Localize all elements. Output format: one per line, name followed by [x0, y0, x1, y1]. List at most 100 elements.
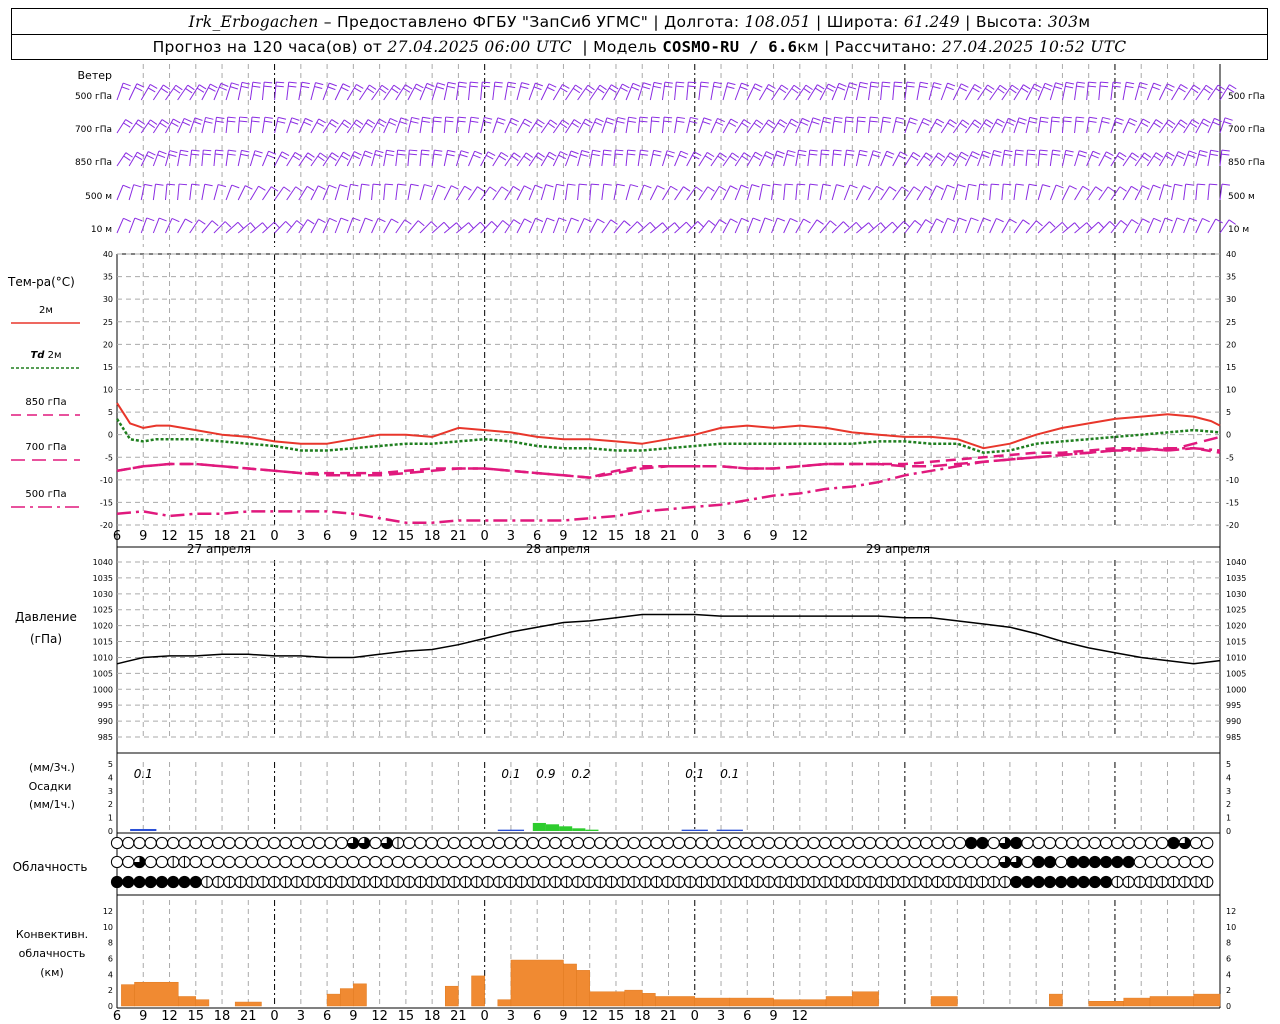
wind-barb-feather: [597, 218, 605, 224]
wind-barb-feather: [914, 220, 922, 226]
wind-barb-feather: [135, 122, 143, 129]
wind-barb-feather: [558, 154, 566, 160]
cloud-circle: [594, 836, 607, 850]
cloud-fill-full: [178, 876, 191, 888]
wind-barb-feather: [836, 184, 845, 188]
time-label-day: 29 апреля: [866, 542, 930, 556]
wind-barb-feather: [983, 217, 992, 222]
wind-barb-icon: [1195, 183, 1206, 201]
wind-barb-staff: [1013, 117, 1020, 134]
wind-barb-staff: [964, 184, 970, 201]
cloud-cover-icon: [391, 855, 405, 869]
wind-barb-icon: [589, 183, 600, 201]
wind-barb-feather: [198, 219, 206, 225]
temp-ytick-right: -15: [1226, 498, 1239, 507]
cloud-circle: [279, 836, 292, 850]
wind-barb-feather: [863, 185, 871, 190]
wind-barb-feather: [961, 151, 969, 157]
cloud-cover-icon: [470, 855, 483, 869]
wind-barb-feather: [363, 154, 372, 159]
wind-barb-feather: [537, 119, 545, 125]
wind-barb-feather: [729, 155, 737, 162]
cloud-cover-icon: [391, 836, 405, 850]
wind-level-label-right: 850 гПа: [1228, 158, 1265, 168]
wind-barb-staff: [746, 184, 753, 201]
wind-barb-icon: [443, 116, 454, 134]
convective-bar: [1049, 993, 1063, 1007]
wind-barb-staff: [758, 217, 766, 234]
wind-barb-staff: [286, 82, 290, 101]
wind-barb-feather: [985, 119, 994, 125]
wind-barb-feather: [122, 82, 131, 87]
precip-ytick-left: 4: [108, 773, 113, 782]
convective-bar: [134, 981, 179, 1007]
wind-barb-feather: [870, 85, 879, 88]
wind-barb-feather: [822, 120, 831, 124]
precip-ytick-right: 1: [1226, 814, 1231, 823]
conv-ytick-left: 4: [108, 970, 113, 979]
wind-barb-icon: [358, 183, 370, 201]
wind-barb-feather: [230, 86, 239, 90]
wind-barb-feather: [385, 153, 394, 157]
time-label-hour-bottom: 0: [270, 1009, 278, 1024]
wind-barb-feather: [1065, 81, 1075, 85]
cloud-circle: [605, 836, 618, 850]
wind-barb-feather: [1155, 119, 1163, 125]
wind-barb-icon: [868, 222, 887, 234]
wind-barb-staff: [940, 152, 951, 167]
cloud-circle: [875, 855, 888, 869]
wind-barb-staff: [358, 184, 363, 201]
wind-barb-feather: [697, 221, 704, 228]
time-label-hour-bottom: 6: [743, 1009, 751, 1024]
wind-barb-staff: [177, 150, 181, 167]
cloud-cover-icon: [627, 875, 641, 889]
temp-ytick-left: 40: [103, 250, 113, 259]
conv-ytick-left: 12: [103, 907, 113, 916]
wind-barb-feather: [651, 120, 660, 123]
wind-barb-feather: [1115, 117, 1124, 121]
wind-barb-feather: [766, 151, 774, 156]
wind-barb-feather: [817, 84, 825, 90]
precip-bar: [545, 824, 560, 831]
wind-barb-staff: [213, 150, 216, 167]
wind-barb-feather: [1212, 121, 1221, 126]
wind-barb-staff: [346, 184, 351, 201]
wind-barb-staff: [674, 82, 677, 101]
wind-barb-feather: [487, 151, 496, 156]
wind-barb-feather: [1036, 220, 1043, 227]
temp-ytick-right: 5: [1226, 408, 1231, 417]
legend-label-text: 2м: [44, 350, 61, 361]
wind-barb-feather: [676, 81, 685, 84]
wind-barb-feather: [391, 218, 399, 224]
wind-barb-feather: [550, 119, 558, 125]
wind-barb-feather: [755, 151, 763, 157]
cloud-cover-icon: [751, 875, 764, 889]
wind-barb-feather: [123, 217, 131, 223]
wind-barb-feather: [664, 116, 673, 119]
wind-barb-feather: [434, 149, 443, 152]
wind-barb-feather: [251, 116, 260, 119]
wind-barb-staff: [1110, 82, 1114, 101]
cloud-circle: [1144, 855, 1158, 869]
cloud-circle: [110, 855, 124, 869]
wind-barb-feather: [379, 88, 387, 94]
wind-barb-feather: [859, 149, 868, 153]
cloud-cover-icon: [245, 875, 258, 889]
wind-barb-feather: [266, 154, 275, 159]
wind-barb-icon: [1013, 149, 1024, 167]
wind-barb-feather: [683, 186, 691, 192]
wind-barb-staff: [1061, 150, 1067, 167]
wind-barb-icon: [1098, 81, 1109, 101]
wind-barb-staff: [1171, 217, 1178, 234]
wind-barb-icon: [880, 116, 892, 134]
cloud-cover-icon: [672, 875, 686, 889]
wind-barb-feather: [477, 186, 485, 192]
cloud-cover-icon: [1043, 855, 1057, 869]
precip-ytick-left: 5: [108, 760, 113, 769]
wind-barb-staff: [916, 219, 927, 234]
wind-barb-icon: [965, 151, 980, 167]
convective-bar: [563, 963, 577, 1007]
wind-barb-icon: [480, 81, 491, 101]
wind-barb-icon: [249, 185, 266, 201]
wind-barb-staff: [310, 82, 316, 101]
